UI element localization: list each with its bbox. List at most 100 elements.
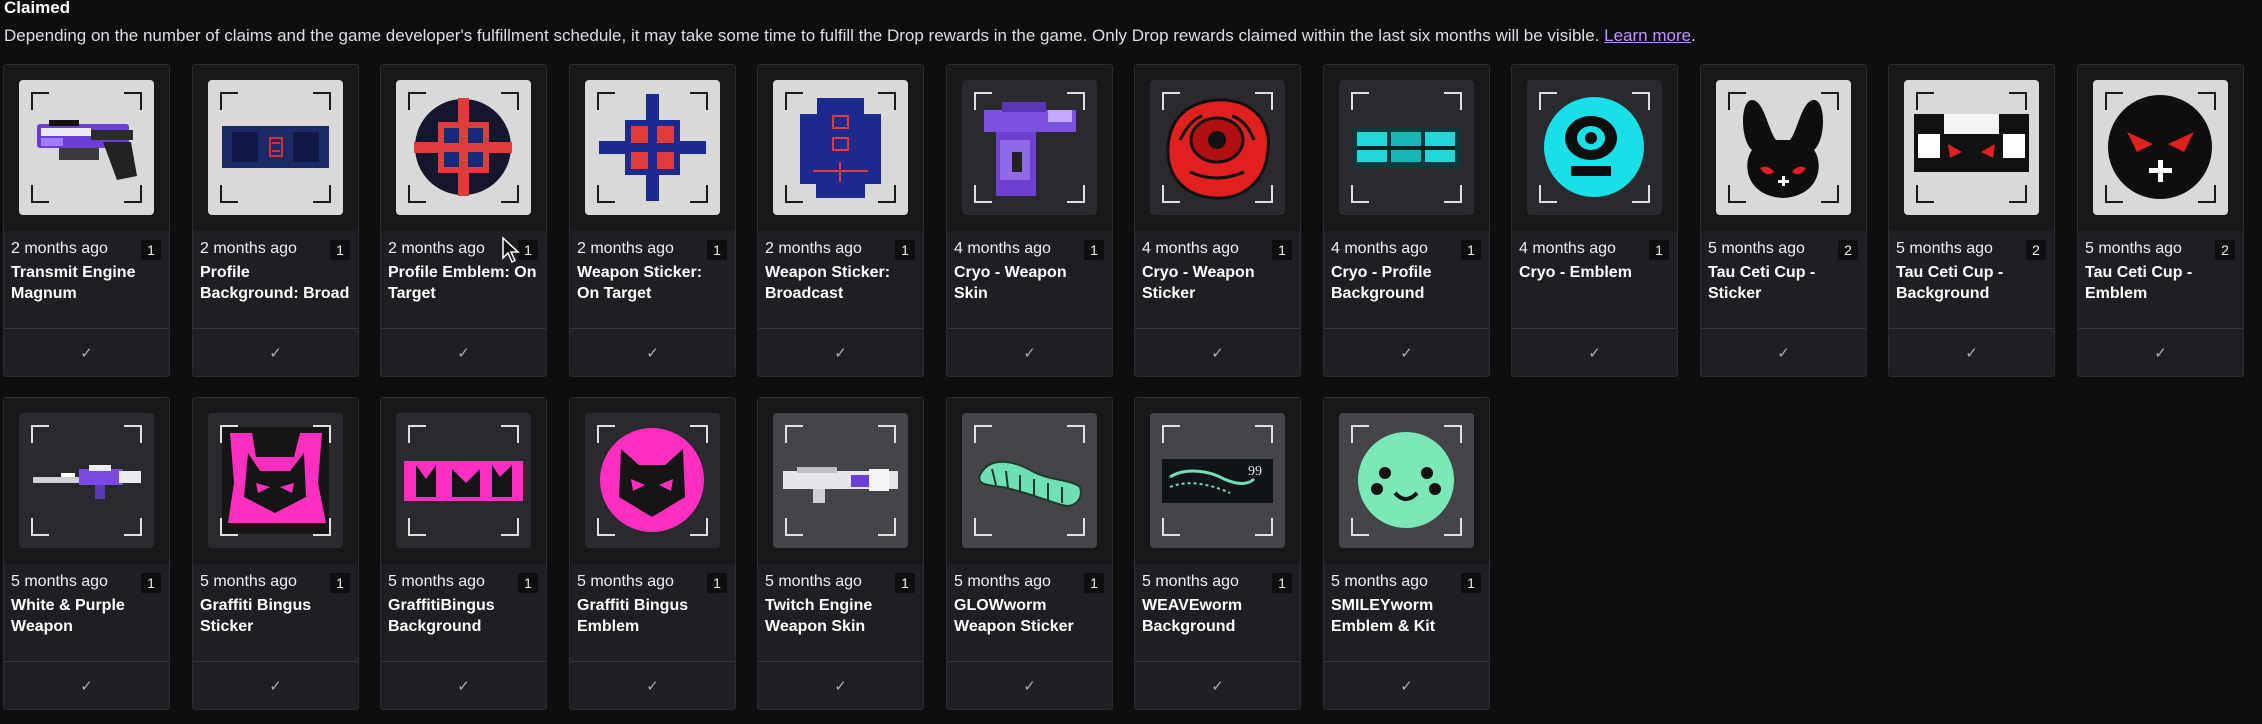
reward-thumbnail-area [758, 65, 923, 231]
reward-name: Cryo - Weapon Sticker [1142, 264, 1255, 302]
reward-thumbnail [962, 80, 1097, 215]
claim-count-badge: 1 [1649, 240, 1669, 260]
frame-corners [31, 425, 142, 536]
frame-corners [597, 425, 708, 536]
learn-more-link[interactable]: Learn more [1604, 26, 1691, 45]
claimed-date: 2 months ago [200, 240, 297, 257]
claimed-date: 2 months ago [577, 240, 674, 257]
reward-thumbnail-area [1889, 65, 2054, 231]
drop-reward-card: 5 months ago 1 Graffiti Bingus Emblem ✓ [569, 397, 736, 710]
reward-name: Cryo - Weapon Skin [954, 264, 1067, 302]
claimed-date: 4 months ago [1331, 240, 1428, 257]
frame-corners [408, 425, 519, 536]
reward-name: Weapon Sticker: Broadcast [765, 264, 891, 302]
reward-thumbnail-area [1512, 65, 1677, 231]
reward-name: Tau Ceti Cup - Emblem [2085, 264, 2193, 302]
check-icon: ✓ [1965, 345, 1978, 362]
frame-corners [1351, 92, 1462, 203]
reward-thumbnail [396, 80, 531, 215]
claimed-date: 2 months ago [765, 240, 862, 257]
reward-thumbnail [585, 80, 720, 215]
reward-name: WEAVEworm Background [1142, 597, 1243, 635]
frame-corners [597, 92, 708, 203]
claimed-date: 5 months ago [577, 573, 674, 590]
drop-reward-card: 5 months ago 1 GLOWworm Weapon Sticker ✓ [946, 397, 1113, 710]
frame-corners [220, 425, 331, 536]
reward-name: Profile Background: Broad [200, 264, 350, 302]
claim-count-badge: 1 [895, 240, 915, 260]
reward-name: Twitch Engine Weapon Skin [765, 597, 873, 635]
frame-corners [2105, 92, 2216, 203]
reward-thumbnail [1150, 80, 1285, 215]
reward-thumbnail-area [381, 65, 546, 231]
reward-thumbnail-area [1324, 398, 1489, 564]
drop-reward-card: 99 5 months ago 1 WEAVEworm Background ✓ [1134, 397, 1301, 710]
claim-count-badge: 1 [1461, 240, 1481, 260]
reward-thumbnail: 99 [1150, 413, 1285, 548]
reward-name: Transmit Engine Magnum [11, 264, 136, 302]
drop-reward-card: 5 months ago 1 GraffitiBingus Background… [380, 397, 547, 710]
reward-name: SMILEYworm Emblem & Kit [1331, 597, 1436, 635]
reward-thumbnail-area [381, 398, 546, 564]
reward-thumbnail-area [758, 398, 923, 564]
check-icon: ✓ [1211, 345, 1224, 362]
reward-name: GLOWworm Weapon Sticker [954, 597, 1074, 635]
reward-thumbnail-area [1701, 65, 1866, 231]
check-icon: ✓ [269, 678, 282, 695]
claimed-date: 5 months ago [954, 573, 1051, 590]
reward-name: GraffitiBingus Background [388, 597, 495, 635]
claim-count-badge: 2 [2215, 240, 2235, 260]
reward-thumbnail-area [193, 398, 358, 564]
reward-thumbnail-area [4, 65, 169, 231]
check-icon: ✓ [1588, 345, 1601, 362]
check-icon: ✓ [1777, 345, 1790, 362]
claim-count-badge: 1 [1461, 573, 1481, 593]
reward-thumbnail [962, 413, 1097, 548]
check-icon: ✓ [80, 678, 93, 695]
claim-count-badge: 1 [1084, 573, 1104, 593]
reward-thumbnail-area [2078, 65, 2243, 231]
reward-thumbnail [1339, 413, 1474, 548]
claim-count-badge: 1 [141, 240, 161, 260]
reward-thumbnail [396, 413, 531, 548]
frame-corners [408, 92, 519, 203]
drop-reward-card: 5 months ago 1 White & Purple Weapon ✓ [3, 397, 170, 710]
reward-thumbnail-area: 99 [1135, 398, 1300, 564]
description-text: Depending on the number of claims and th… [4, 26, 1600, 45]
check-icon: ✓ [1211, 678, 1224, 695]
check-icon: ✓ [1400, 345, 1413, 362]
claimed-date: 4 months ago [954, 240, 1051, 257]
check-icon: ✓ [1400, 678, 1413, 695]
claimed-date: 4 months ago [1519, 240, 1616, 257]
check-icon: ✓ [646, 345, 659, 362]
claimed-date: 5 months ago [1896, 240, 1993, 257]
mouse-cursor-icon [502, 236, 520, 264]
claim-count-badge: 1 [141, 573, 161, 593]
reward-name: Tau Ceti Cup - Background [1896, 264, 2004, 302]
reward-thumbnail-area [193, 65, 358, 231]
claim-count-badge: 1 [518, 573, 538, 593]
check-icon: ✓ [2154, 345, 2167, 362]
reward-thumbnail-area [570, 398, 735, 564]
reward-name: Graffiti Bingus Emblem [577, 597, 689, 635]
reward-thumbnail [19, 413, 154, 548]
check-icon: ✓ [457, 678, 470, 695]
claimed-date: 5 months ago [765, 573, 862, 590]
reward-thumbnail [208, 80, 343, 215]
claim-count-badge: 2 [2026, 240, 2046, 260]
reward-thumbnail-area [4, 398, 169, 564]
drop-reward-card: 5 months ago 2 Tau Ceti Cup - Sticker ✓ [1700, 64, 1867, 377]
reward-name: Tau Ceti Cup - Sticker [1708, 264, 1816, 302]
drop-reward-card: 5 months ago 1 Twitch Engine Weapon Skin… [757, 397, 924, 710]
reward-thumbnail [19, 80, 154, 215]
claim-count-badge: 1 [1272, 573, 1292, 593]
reward-name: Graffiti Bingus Sticker [200, 597, 312, 635]
claim-count-badge: 1 [1084, 240, 1104, 260]
reward-name: Cryo - Emblem [1519, 264, 1632, 281]
claimed-date: 5 months ago [1708, 240, 1805, 257]
section-description: Depending on the number of claims and th… [4, 26, 1696, 46]
reward-thumbnail-area [1135, 65, 1300, 231]
reward-thumbnail-area [947, 398, 1112, 564]
frame-corners [220, 92, 331, 203]
frame-corners [31, 92, 142, 203]
